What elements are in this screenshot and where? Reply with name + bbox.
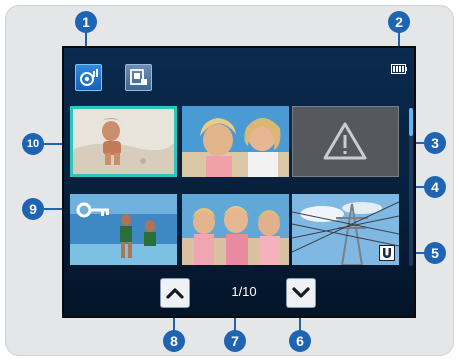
callout-3: 3 (424, 132, 446, 154)
callout-9: 9 (22, 198, 44, 220)
photo-mode-button[interactable] (125, 64, 152, 91)
scrollbar-thumb[interactable] (409, 108, 413, 136)
thumbnail-5[interactable] (182, 194, 289, 265)
battery-full-icon (391, 64, 407, 74)
next-page-button[interactable] (286, 278, 316, 308)
magnet-icon-box (379, 245, 395, 261)
callout-5: 5 (424, 242, 446, 264)
callout-8: 8 (163, 330, 185, 352)
chevron-up-icon (166, 288, 184, 299)
photo-child-beach (73, 109, 174, 174)
callout-6: 6 (289, 330, 311, 352)
scrollbar[interactable] (409, 108, 413, 266)
callout-1: 1 (75, 11, 97, 33)
protect-key-icon (76, 202, 109, 218)
callout-4: 4 (424, 176, 446, 198)
video-mode-button[interactable] (75, 64, 102, 91)
thumbnail-2[interactable] (182, 106, 289, 177)
page-counter: 1/10 (231, 284, 257, 299)
video-mode-icon (79, 68, 98, 86)
callout-7: 7 (224, 330, 246, 352)
callout-2: 2 (388, 11, 410, 33)
thumbnail-3-error[interactable] (292, 106, 399, 177)
photo-three-children (182, 194, 289, 265)
thumbnail-4-protected[interactable] (70, 194, 177, 265)
previous-page-button[interactable] (160, 278, 190, 308)
thumbnail-6[interactable] (292, 194, 399, 265)
magnet-icon (383, 248, 391, 258)
photo-mode-icon (129, 68, 147, 85)
lcd-screen: 1/10 (62, 46, 416, 318)
error-warning-icon (323, 122, 367, 160)
photo-mother-child (182, 106, 289, 177)
chevron-down-icon (292, 287, 310, 298)
callout-10: 10 (22, 133, 44, 155)
thumbnail-1-selected[interactable] (70, 106, 177, 177)
